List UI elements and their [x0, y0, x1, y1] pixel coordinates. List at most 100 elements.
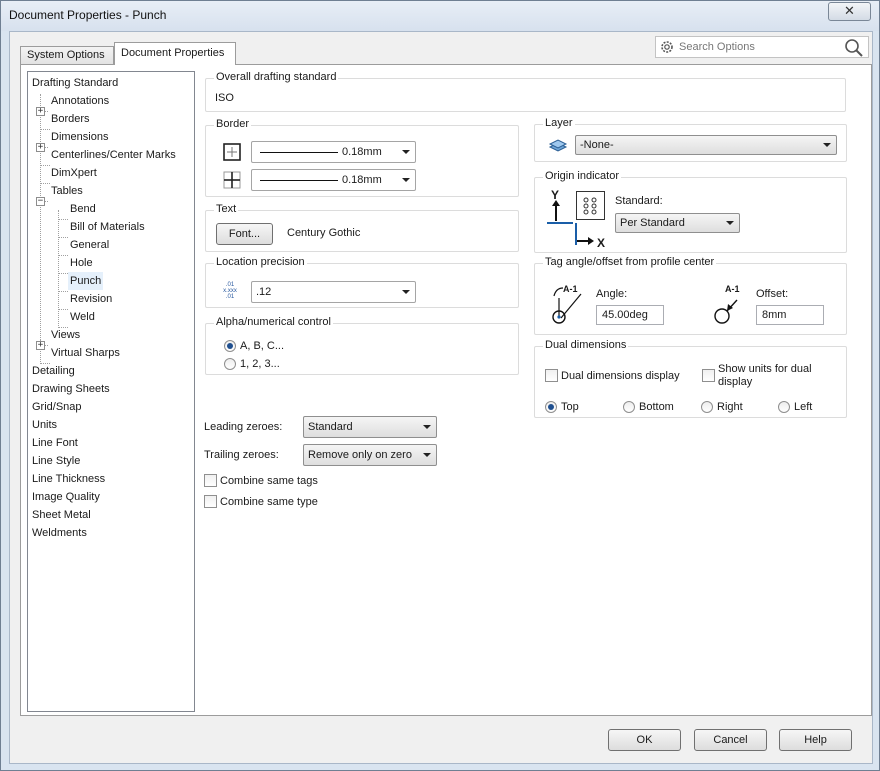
numeric-radio[interactable] — [224, 358, 236, 370]
tab-label: System Options — [27, 49, 105, 61]
border-thickness-2-dropdown[interactable]: 0.18mm — [251, 169, 416, 191]
origin-standard-label: Standard: — [615, 195, 663, 207]
show-units-dual-checkbox[interactable] — [702, 369, 715, 382]
tree-label: Detailing — [32, 365, 75, 377]
tree-label: General — [70, 239, 110, 251]
tree-item-virtual-sharps[interactable]: Virtual Sharps — [51, 344, 120, 362]
tree-item-annotations[interactable]: Annotations — [51, 92, 109, 110]
expand-icon[interactable]: + — [36, 107, 45, 116]
origin-indicator-icon: Y X — [543, 188, 613, 250]
help-button[interactable]: Help — [779, 729, 852, 751]
options-tree: Drafting Standard + Annotations Borders … — [27, 71, 195, 712]
angle-value: 45.00deg — [602, 309, 648, 321]
tree-item-grid-snap[interactable]: Grid/Snap — [32, 398, 82, 416]
dual-right-label: Right — [717, 401, 743, 413]
overall-standard-value: ISO — [215, 92, 234, 104]
layer-value: -None- — [580, 139, 614, 151]
dialog-client: System Options Document Properties Searc… — [9, 31, 873, 764]
tree-item-line-font[interactable]: Line Font — [32, 434, 78, 452]
group-title: Tag angle/offset from profile center — [543, 256, 717, 268]
dual-left-radio[interactable] — [778, 401, 790, 413]
tag-offset-icon: A-1 — [713, 284, 749, 324]
tree-label: Grid/Snap — [32, 401, 82, 413]
expand-icon[interactable]: + — [36, 341, 45, 350]
search-options-input[interactable]: Search Options — [655, 36, 869, 58]
tree-item-dimensions[interactable]: Dimensions — [51, 128, 108, 146]
tree-label: Annotations — [51, 95, 110, 107]
expand-icon[interactable]: + — [36, 143, 45, 152]
tree-item-borders[interactable]: Borders — [51, 110, 90, 128]
window-title: Document Properties - Punch — [9, 8, 167, 22]
font-button[interactable]: Font... — [216, 223, 273, 245]
dual-dimensions-group: Dual dimensions Dual dimensions display … — [534, 339, 847, 418]
offset-input[interactable]: 8mm — [756, 305, 824, 325]
tree-item-bend[interactable]: Bend — [70, 200, 96, 218]
tree-item-general[interactable]: General — [70, 236, 109, 254]
trailing-zeroes-dropdown[interactable]: Remove only on zero — [303, 444, 437, 466]
chevron-down-icon — [423, 453, 431, 457]
combine-same-tags-checkbox[interactable] — [204, 474, 217, 487]
precision-icon: .01 x.xxx .01 — [219, 282, 241, 304]
ok-button[interactable]: OK — [608, 729, 681, 751]
tree-label: Units — [32, 419, 58, 431]
tree-label: Image Quality — [32, 491, 100, 503]
title-bar: Document Properties - Punch ✕ — [1, 1, 879, 31]
tree-item-detailing[interactable]: Detailing — [32, 362, 75, 380]
dual-dimensions-display-label: Dual dimensions display — [561, 370, 680, 382]
tree-item-centerlines[interactable]: Centerlines/Center Marks — [51, 146, 176, 164]
angle-input[interactable]: 45.00deg — [596, 305, 664, 325]
combine-same-type-checkbox[interactable] — [204, 495, 217, 508]
origin-indicator-group: Origin indicator Y X Standard: Per Stand… — [534, 170, 847, 253]
tab-system-options[interactable]: System Options — [20, 46, 114, 65]
tree-item-revision[interactable]: Revision — [70, 290, 112, 308]
tree-item-weldments[interactable]: Weldments — [32, 524, 87, 542]
dual-top-label: Top — [561, 401, 579, 413]
alpha-radio[interactable] — [224, 340, 236, 352]
expander-glyph: + — [37, 142, 44, 152]
chevron-down-icon — [823, 143, 831, 147]
document-properties-page: Drafting Standard + Annotations Borders … — [20, 64, 872, 716]
leading-zeroes-dropdown[interactable]: Standard — [303, 416, 437, 438]
tree-item-bill-of-materials[interactable]: Bill of Materials — [70, 218, 145, 236]
tree-label: Bill of Materials — [70, 221, 145, 233]
dual-dimensions-display-checkbox[interactable] — [545, 369, 558, 382]
tree-label: Drawing Sheets — [32, 383, 110, 395]
tree-item-image-quality[interactable]: Image Quality — [32, 488, 100, 506]
tree-item-units[interactable]: Units — [32, 416, 57, 434]
tree-item-punch[interactable]: Punch — [68, 272, 104, 290]
layer-icon — [548, 139, 568, 152]
tab-document-properties[interactable]: Document Properties — [114, 42, 236, 65]
tree-item-hole[interactable]: Hole — [70, 254, 93, 272]
tree-item-dimxpert[interactable]: DimXpert — [51, 164, 97, 182]
tree-item-line-style[interactable]: Line Style — [32, 452, 80, 470]
chevron-down-icon — [402, 178, 410, 182]
expander-glyph: + — [37, 106, 44, 116]
tree-item-drafting-standard[interactable]: Drafting Standard — [32, 74, 118, 92]
dual-right-radio[interactable] — [701, 401, 713, 413]
close-button[interactable]: ✕ — [828, 2, 871, 21]
tree-item-line-thickness[interactable]: Line Thickness — [32, 470, 105, 488]
layer-dropdown[interactable]: -None- — [575, 135, 837, 155]
angle-label: Angle: — [596, 288, 628, 300]
collapse-icon[interactable]: − — [36, 197, 45, 206]
tree-label: Drafting Standard — [32, 77, 119, 89]
cancel-button[interactable]: Cancel — [694, 729, 767, 751]
group-title: Layer — [543, 117, 575, 129]
tree-label: Sheet Metal — [32, 509, 91, 521]
tree-item-sheet-metal[interactable]: Sheet Metal — [32, 506, 91, 524]
tree-item-views[interactable]: Views — [51, 326, 80, 344]
origin-standard-dropdown[interactable]: Per Standard — [615, 213, 740, 233]
tree-item-weld[interactable]: Weld — [70, 308, 95, 326]
dual-top-radio[interactable] — [545, 401, 557, 413]
border-thickness-1-dropdown[interactable]: 0.18mm — [251, 141, 416, 163]
dual-bottom-radio[interactable] — [623, 401, 635, 413]
location-precision-dropdown[interactable]: .12 — [251, 281, 416, 303]
tree-item-drawing-sheets[interactable]: Drawing Sheets — [32, 380, 110, 398]
tag-angle-group: Tag angle/offset from profile center A-1… — [534, 256, 847, 335]
search-icon[interactable] — [844, 38, 864, 58]
leading-zeroes-value: Standard — [308, 421, 353, 433]
origin-axis-x-label: X — [597, 236, 606, 250]
tree-item-tables[interactable]: Tables — [51, 182, 83, 200]
group-title: Origin indicator — [543, 170, 621, 182]
close-icon: ✕ — [844, 3, 855, 18]
